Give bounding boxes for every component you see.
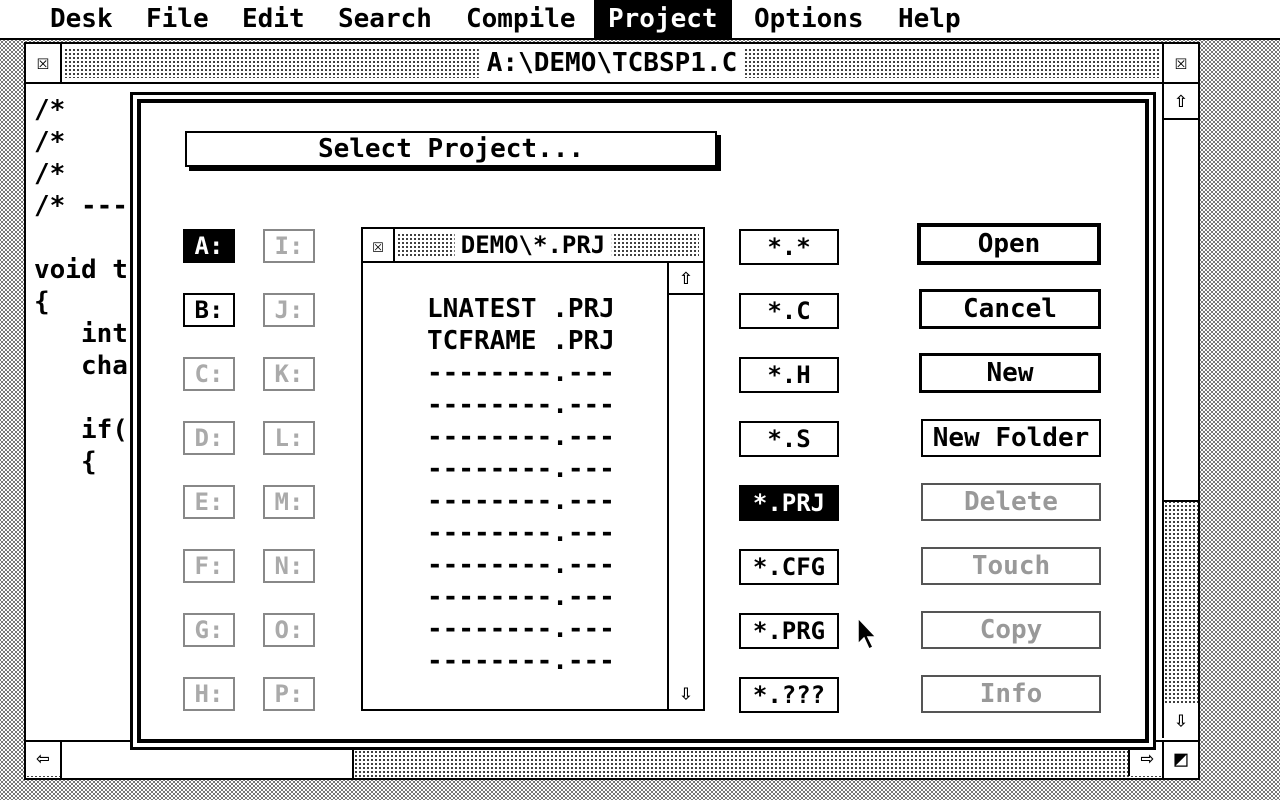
menu-compile[interactable]: Compile xyxy=(452,0,590,38)
open-button[interactable]: Open xyxy=(917,223,1101,265)
drive-p-button: P: xyxy=(263,677,315,711)
menu-edit[interactable]: Edit xyxy=(228,0,319,38)
menu-file[interactable]: File xyxy=(132,0,223,38)
menu-bar: Desk File Edit Search Compile Project Op… xyxy=(0,0,1280,40)
drive-c-button: C: xyxy=(183,357,235,391)
file-list: LNATEST .PRJ TCFRAME .PRJ --------.--- -… xyxy=(427,293,615,677)
select-project-dialog: Select Project... A: B: C: D: E: F: G: H… xyxy=(130,92,1156,750)
list-item: --------.--- xyxy=(427,582,615,612)
filter-prj-button[interactable]: *.PRJ xyxy=(739,485,839,521)
file-list-scroll-thumb[interactable] xyxy=(669,293,703,681)
list-item[interactable]: TCFRAME .PRJ xyxy=(427,326,615,356)
list-item: --------.--- xyxy=(427,358,615,388)
drive-k-button: K: xyxy=(263,357,315,391)
resize-handle-icon[interactable]: ◩ xyxy=(1162,740,1198,778)
delete-button: Delete xyxy=(921,483,1101,521)
drive-m-button: M: xyxy=(263,485,315,519)
drive-l-button: L: xyxy=(263,421,315,455)
scroll-down-arrow-icon[interactable]: ⇩ xyxy=(669,679,703,709)
menu-options[interactable]: Options xyxy=(740,0,878,38)
code-editor-text[interactable]: /* /* /* /* --- void t { int cha if( { xyxy=(34,94,128,478)
code-line: int xyxy=(34,319,128,349)
drive-e-button: E: xyxy=(183,485,235,519)
drive-b-button[interactable]: B: xyxy=(183,293,235,327)
window-title-bar[interactable]: ☒ A:\DEMO\TCBSP1.C ☒ xyxy=(26,44,1198,84)
scroll-up-arrow-icon[interactable]: ⇧ xyxy=(669,263,703,293)
filter-all-button[interactable]: *.* xyxy=(739,229,839,265)
drive-j-button: J: xyxy=(263,293,315,327)
close-box-icon[interactable]: ☒ xyxy=(26,44,62,82)
list-item: --------.--- xyxy=(427,646,615,676)
menu-desk[interactable]: Desk xyxy=(36,0,127,38)
scroll-down-arrow-icon[interactable]: ⇩ xyxy=(1164,704,1198,738)
close-box-icon[interactable]: ☒ xyxy=(363,229,395,261)
dialog-title: Select Project... xyxy=(185,131,717,167)
code-line: /* xyxy=(34,95,66,125)
touch-button: Touch xyxy=(921,547,1101,585)
file-list-window: ☒ DEMO\*.PRJ LNATEST .PRJ TCFRAME .PRJ -… xyxy=(361,227,705,711)
list-item: --------.--- xyxy=(427,614,615,644)
scroll-up-arrow-icon[interactable]: ⇧ xyxy=(1164,84,1198,118)
new-folder-button[interactable]: New Folder xyxy=(921,419,1101,457)
list-item: --------.--- xyxy=(427,550,615,580)
drive-n-button: N: xyxy=(263,549,315,583)
info-button: Info xyxy=(921,675,1101,713)
drive-o-button: O: xyxy=(263,613,315,647)
menu-project[interactable]: Project xyxy=(594,0,732,38)
vertical-scrollbar[interactable]: ⇧ ⇩ xyxy=(1162,84,1198,738)
code-line: /* xyxy=(34,159,66,189)
code-line: /* --- xyxy=(34,191,128,221)
list-item: --------.--- xyxy=(427,422,615,452)
list-item: --------.--- xyxy=(427,486,615,516)
copy-button: Copy xyxy=(921,611,1101,649)
file-list-scrollbar[interactable]: ⇧ ⇩ xyxy=(667,263,703,709)
drive-g-button: G: xyxy=(183,613,235,647)
filter-prg-button[interactable]: *.PRG xyxy=(739,613,839,649)
full-box-icon[interactable]: ☒ xyxy=(1162,44,1198,82)
new-button[interactable]: New xyxy=(919,353,1101,393)
drive-d-button: D: xyxy=(183,421,235,455)
filter-cfg-button[interactable]: *.CFG xyxy=(739,549,839,585)
cancel-button[interactable]: Cancel xyxy=(919,289,1101,329)
list-item: --------.--- xyxy=(427,454,615,484)
menu-help[interactable]: Help xyxy=(884,0,975,38)
filter-any-button[interactable]: *.??? xyxy=(739,677,839,713)
drive-h-button: H: xyxy=(183,677,235,711)
filter-h-button[interactable]: *.H xyxy=(739,357,839,393)
list-item: --------.--- xyxy=(427,518,615,548)
code-line: { xyxy=(34,447,97,477)
code-line: cha xyxy=(34,351,128,381)
list-item[interactable]: LNATEST .PRJ xyxy=(427,294,615,324)
window-title: A:\DEMO\TCBSP1.C xyxy=(478,46,746,80)
code-line: { xyxy=(34,287,50,317)
drive-f-button: F: xyxy=(183,549,235,583)
list-item: --------.--- xyxy=(427,390,615,420)
menu-search[interactable]: Search xyxy=(324,0,446,38)
filter-s-button[interactable]: *.S xyxy=(739,421,839,457)
scroll-left-arrow-icon[interactable]: ⇦ xyxy=(26,742,60,776)
drive-i-button: I: xyxy=(263,229,315,263)
code-line: if( xyxy=(34,415,128,445)
code-line: void t xyxy=(34,255,128,285)
filter-c-button[interactable]: *.C xyxy=(739,293,839,329)
mouse-pointer-icon xyxy=(857,616,878,651)
file-list-title-bar: ☒ DEMO\*.PRJ xyxy=(363,229,703,263)
drive-a-button[interactable]: A: xyxy=(183,229,235,263)
file-list-path: DEMO\*.PRJ xyxy=(454,229,612,261)
code-line: /* xyxy=(34,127,66,157)
vertical-scroll-thumb[interactable] xyxy=(1164,118,1198,502)
